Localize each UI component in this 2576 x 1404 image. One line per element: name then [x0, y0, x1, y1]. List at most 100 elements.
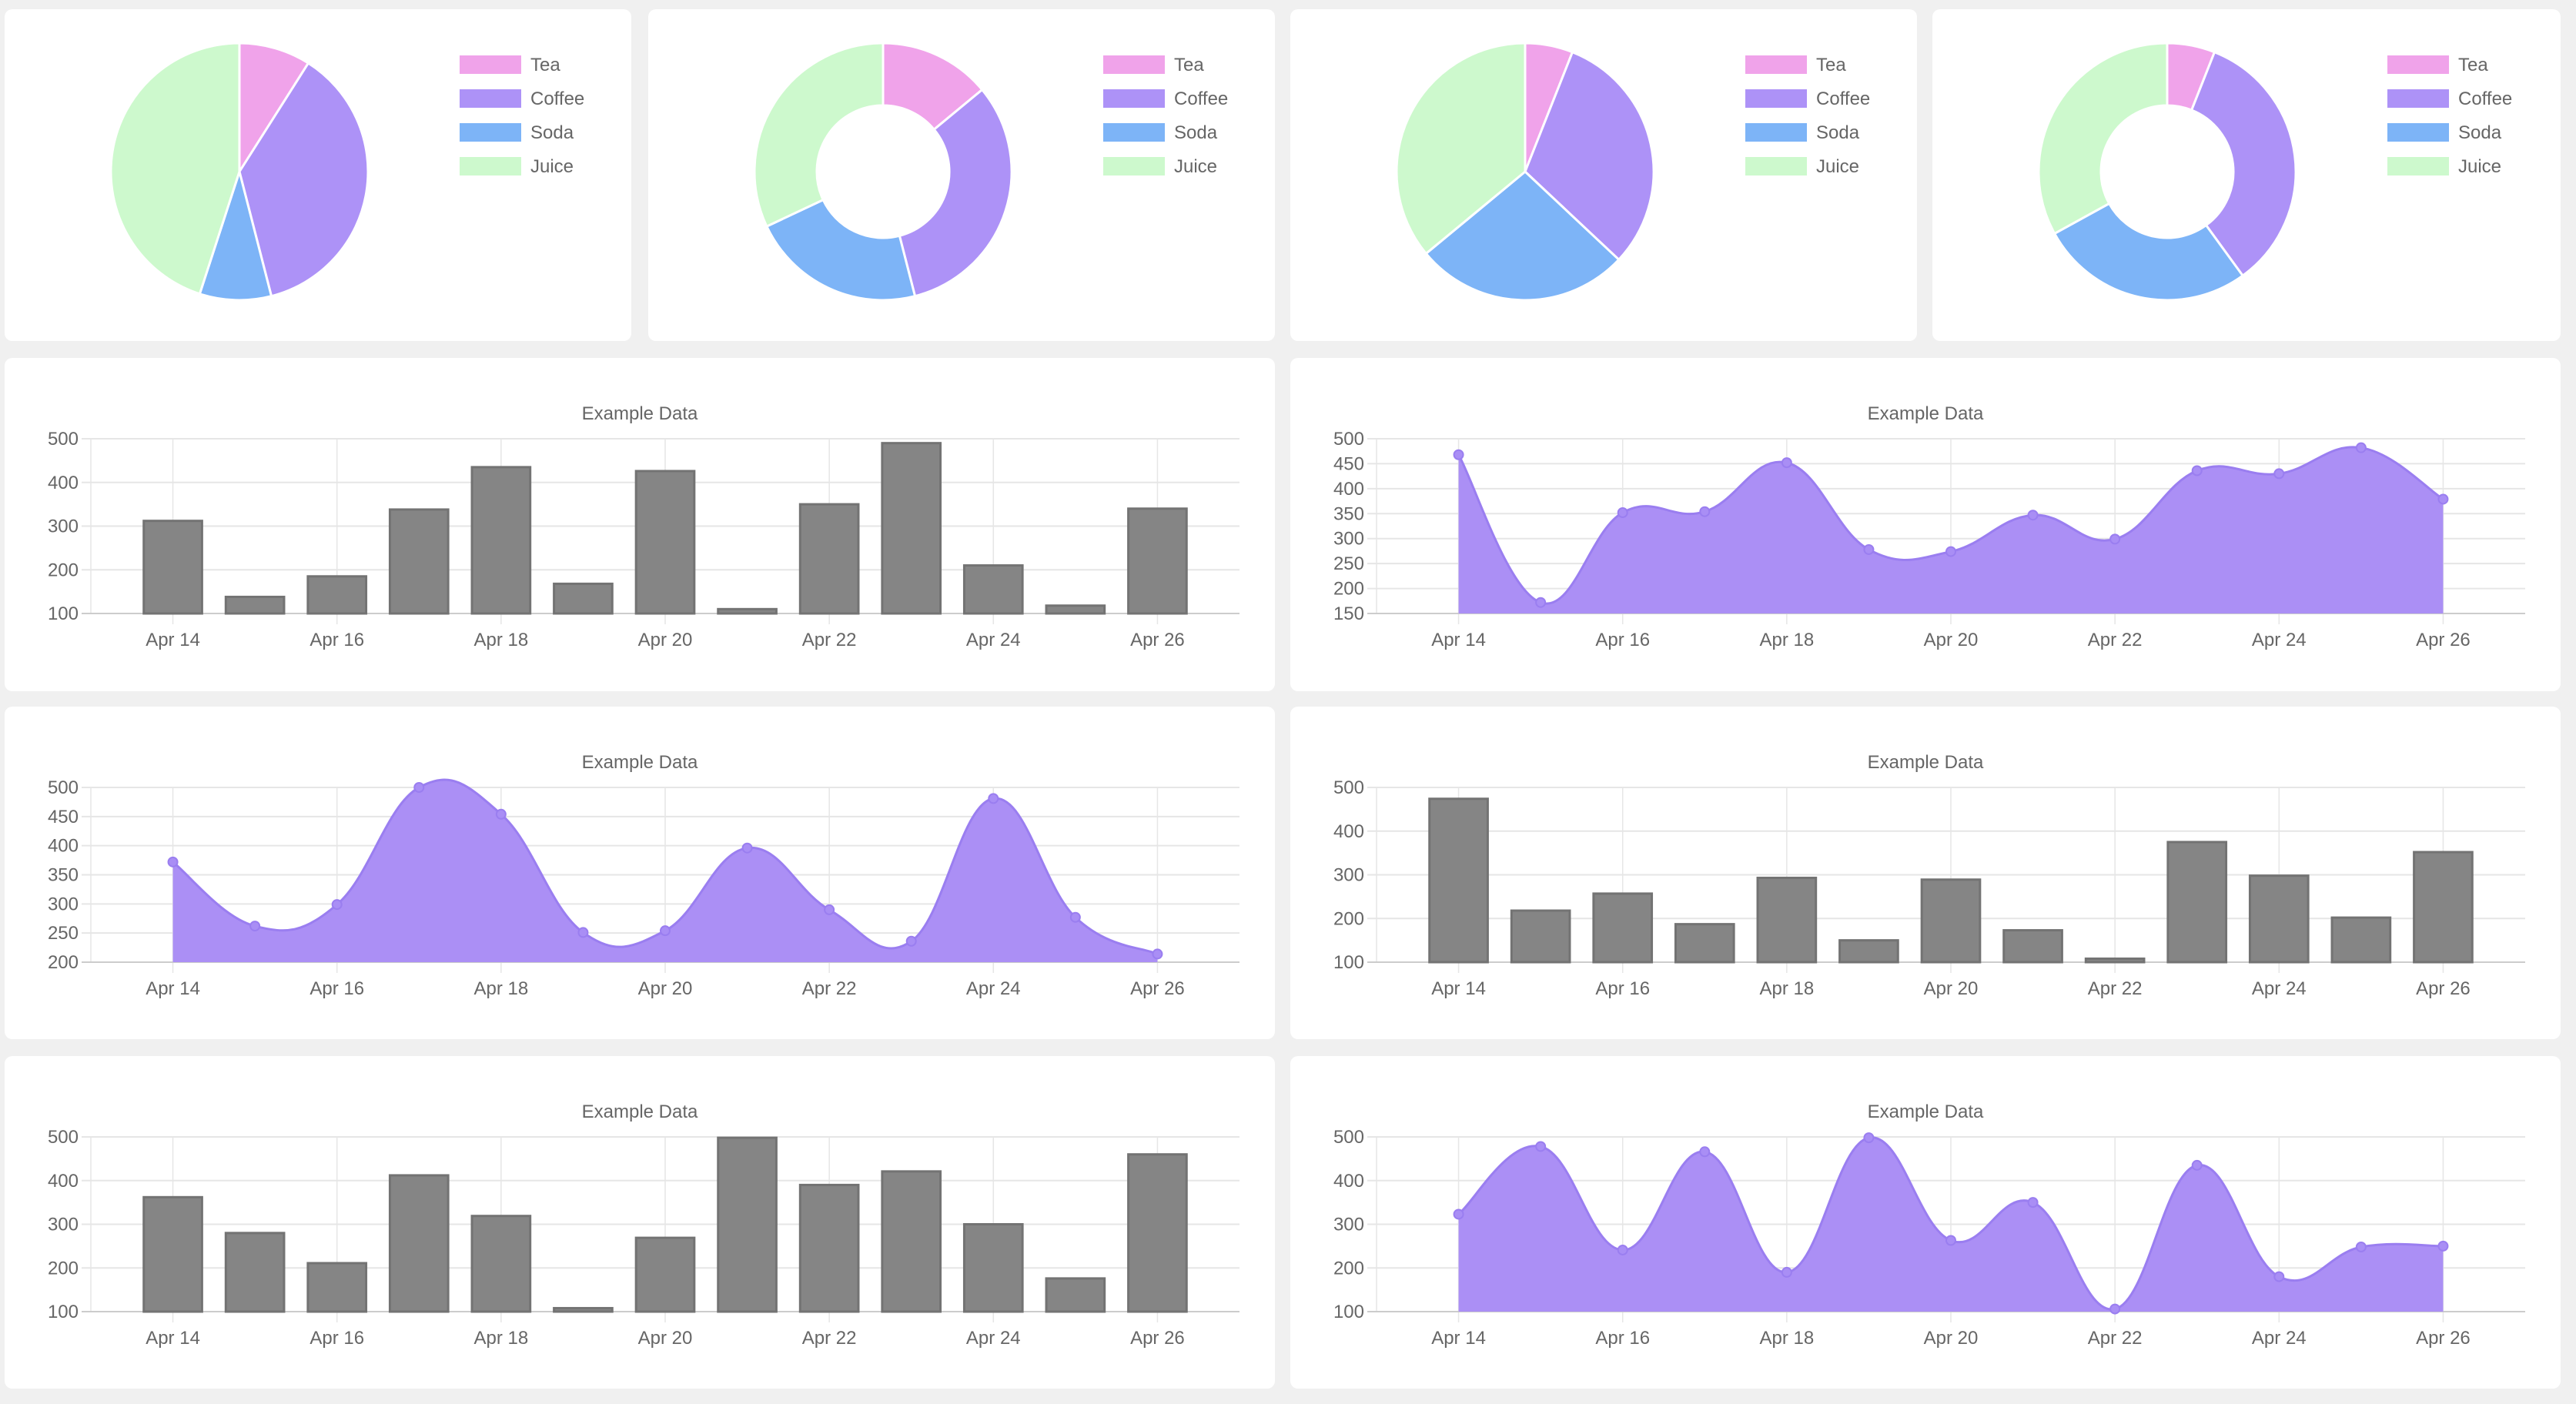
bar-apr-15[interactable] — [1510, 909, 1571, 964]
legend-swatch-juice[interactable] — [2387, 157, 2449, 176]
bar-apr-18[interactable] — [470, 1215, 532, 1313]
legend-label-tea[interactable]: Tea — [2458, 55, 2488, 75]
legend-swatch-coffee[interactable] — [1745, 89, 1807, 108]
point-apr-25[interactable] — [2355, 442, 2367, 453]
bar-apr-23[interactable] — [881, 442, 942, 615]
legend-label-tea[interactable]: Tea — [1174, 55, 1204, 75]
bar-apr-21[interactable] — [2002, 929, 2063, 964]
point-apr-19[interactable] — [1863, 543, 1875, 555]
point-apr-23[interactable] — [905, 935, 917, 947]
bar-apr-25[interactable] — [1045, 1277, 1106, 1313]
bar-apr-19[interactable] — [1838, 939, 1899, 964]
legend-swatch-soda[interactable] — [1103, 123, 1165, 142]
point-apr-14[interactable] — [1453, 1208, 1464, 1220]
point-apr-20[interactable] — [660, 925, 671, 937]
point-apr-24[interactable] — [2273, 468, 2285, 480]
slice-juice[interactable] — [2037, 42, 2169, 236]
legend-label-tea[interactable]: Tea — [1816, 55, 1846, 75]
point-apr-21[interactable] — [2027, 1197, 2039, 1208]
point-apr-24[interactable] — [988, 793, 999, 804]
point-apr-26[interactable] — [1152, 948, 1163, 960]
legend-swatch-soda[interactable] — [1745, 123, 1807, 142]
point-apr-16[interactable] — [1617, 1244, 1628, 1255]
legend-swatch-juice[interactable] — [1103, 157, 1165, 176]
bar-apr-21[interactable] — [717, 1136, 778, 1313]
bar-apr-22[interactable] — [798, 503, 860, 615]
bar-apr-20[interactable] — [634, 1236, 696, 1313]
legend-swatch-coffee[interactable] — [1103, 89, 1165, 108]
legend-swatch-tea[interactable] — [1103, 55, 1165, 74]
bar-apr-20[interactable] — [1920, 878, 1982, 964]
legend-label-tea[interactable]: Tea — [530, 55, 560, 75]
bar-apr-16[interactable] — [1592, 892, 1654, 964]
bar-apr-14[interactable] — [142, 520, 203, 615]
bar-apr-14[interactable] — [142, 1195, 203, 1313]
slice-juice[interactable] — [753, 42, 885, 229]
bar-apr-17[interactable] — [388, 508, 450, 615]
legend-label-juice[interactable]: Juice — [530, 156, 574, 177]
bar-apr-22[interactable] — [798, 1183, 860, 1313]
point-apr-25[interactable] — [2355, 1242, 2367, 1253]
bar-apr-23[interactable] — [881, 1170, 942, 1313]
point-apr-15[interactable] — [1535, 597, 1547, 608]
point-apr-24[interactable] — [2273, 1271, 2285, 1282]
legend-swatch-coffee[interactable] — [2387, 89, 2449, 108]
bar-apr-15[interactable] — [224, 595, 286, 615]
point-apr-14[interactable] — [1453, 449, 1464, 460]
legend-swatch-tea[interactable] — [460, 55, 521, 74]
bar-apr-25[interactable] — [2330, 916, 2392, 964]
legend-swatch-soda[interactable] — [460, 123, 521, 142]
point-apr-22[interactable] — [2109, 1303, 2121, 1315]
legend-swatch-juice[interactable] — [460, 157, 521, 176]
point-apr-20[interactable] — [1945, 1235, 1956, 1246]
bar-apr-25[interactable] — [1045, 604, 1106, 615]
point-apr-22[interactable] — [824, 904, 835, 915]
point-apr-21[interactable] — [741, 842, 753, 854]
legend-label-soda[interactable]: Soda — [1816, 122, 1860, 143]
legend-label-juice[interactable]: Juice — [1174, 156, 1217, 177]
point-apr-18[interactable] — [1781, 1266, 1792, 1278]
legend-swatch-juice[interactable] — [1745, 157, 1807, 176]
legend-label-soda[interactable]: Soda — [2458, 122, 2502, 143]
point-apr-17[interactable] — [413, 782, 425, 793]
bar-apr-24[interactable] — [2248, 874, 2310, 964]
bar-apr-19[interactable] — [553, 582, 614, 615]
bar-apr-26[interactable] — [1127, 507, 1188, 615]
bar-apr-16[interactable] — [306, 575, 368, 615]
legend-swatch-coffee[interactable] — [460, 89, 521, 108]
bar-apr-26[interactable] — [2413, 851, 2474, 964]
legend-label-juice[interactable]: Juice — [2458, 156, 2501, 177]
point-apr-19[interactable] — [577, 927, 589, 938]
legend-label-juice[interactable]: Juice — [1816, 156, 1859, 177]
bar-apr-15[interactable] — [224, 1232, 286, 1313]
legend-label-coffee[interactable]: Coffee — [1174, 89, 1228, 109]
bar-apr-17[interactable] — [1674, 923, 1735, 964]
legend-swatch-soda[interactable] — [2387, 123, 2449, 142]
legend-label-soda[interactable]: Soda — [530, 122, 574, 143]
bar-apr-21[interactable] — [717, 607, 778, 615]
point-apr-15[interactable] — [1535, 1141, 1547, 1152]
bar-apr-19[interactable] — [553, 1306, 614, 1313]
point-apr-17[interactable] — [1699, 506, 1711, 517]
point-apr-18[interactable] — [1781, 457, 1792, 469]
point-apr-16[interactable] — [1617, 506, 1628, 518]
bar-apr-18[interactable] — [470, 466, 532, 615]
legend-label-soda[interactable]: Soda — [1174, 122, 1218, 143]
point-apr-26[interactable] — [2437, 493, 2449, 505]
point-apr-20[interactable] — [1945, 546, 1956, 557]
point-apr-26[interactable] — [2437, 1240, 2449, 1252]
bar-apr-24[interactable] — [962, 564, 1024, 615]
legend-swatch-tea[interactable] — [1745, 55, 1807, 74]
legend-label-coffee[interactable]: Coffee — [530, 89, 584, 109]
bar-apr-14[interactable] — [1428, 797, 1489, 964]
bar-apr-26[interactable] — [1127, 1153, 1188, 1313]
bar-apr-24[interactable] — [962, 1223, 1024, 1313]
bar-apr-23[interactable] — [2166, 841, 2228, 964]
point-apr-15[interactable] — [249, 921, 261, 932]
point-apr-22[interactable] — [2109, 533, 2121, 545]
bar-apr-18[interactable] — [1756, 876, 1818, 964]
point-apr-18[interactable] — [495, 808, 507, 820]
bar-apr-22[interactable] — [2084, 957, 2146, 964]
legend-label-coffee[interactable]: Coffee — [2458, 89, 2512, 109]
bar-apr-20[interactable] — [634, 470, 696, 615]
